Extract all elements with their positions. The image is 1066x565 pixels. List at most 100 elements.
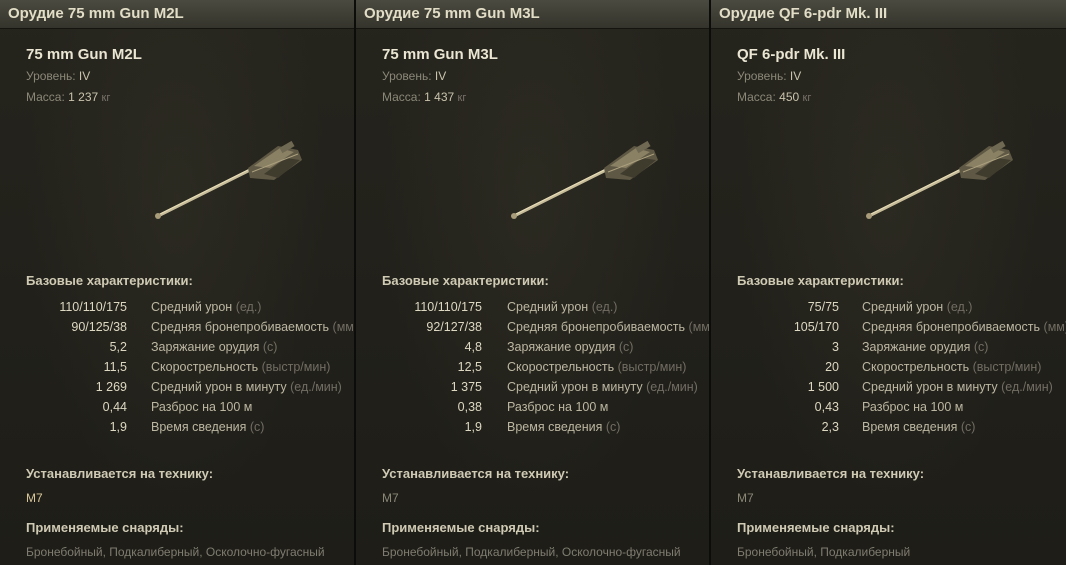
- stat-unit: (с): [618, 340, 634, 354]
- installed-on-label: Устанавливается на технику:: [737, 466, 925, 481]
- stat-name: Средняя бронепробиваемость: [507, 320, 686, 334]
- stat-value: 0,44: [102, 400, 127, 414]
- stat-row: 3 Заряжание орудия (с): [711, 337, 1066, 357]
- vehicle-link[interactable]: M7: [737, 491, 754, 505]
- stat-value: 1 269: [95, 380, 127, 394]
- stat-label: Средний урон (ед.): [151, 300, 261, 314]
- stat-row: 0,43 Разброс на 100 м: [711, 397, 1066, 417]
- stat-name: Средняя бронепробиваемость: [862, 320, 1041, 334]
- stat-label: Средний урон в минуту (ед./мин): [862, 380, 1053, 394]
- stat-unit: (с): [973, 340, 989, 354]
- gun-mass: Масса: 1 437 кг: [382, 90, 466, 104]
- stat-value: 1 500: [807, 380, 839, 394]
- stat-row: 110/110/175 Средний урон (ед.): [0, 297, 354, 317]
- installed-on-label: Устанавливается на технику:: [382, 466, 570, 481]
- stat-name: Скорострельность: [151, 360, 259, 374]
- stat-value: 90/125/38: [71, 320, 127, 334]
- stat-label: Заряжание орудия (с): [507, 340, 633, 354]
- stat-label: Средний урон (ед.): [862, 300, 972, 314]
- stat-row: 4,8 Заряжание орудия (с): [356, 337, 709, 357]
- level-value: IV: [789, 69, 802, 83]
- stat-value: 12,5: [457, 360, 482, 374]
- panel-title: Орудие 75 mm Gun M2L: [0, 0, 354, 29]
- stat-value: 110/110/175: [414, 300, 482, 314]
- stat-name: Средний урон в минуту: [507, 380, 643, 394]
- stat-row: 20 Скорострельность (выстр/мин): [711, 357, 1066, 377]
- stat-label: Средняя бронепробиваемость (мм): [862, 320, 1066, 334]
- base-characteristics-label: Базовые характеристики:: [26, 273, 193, 288]
- gun-comparison: Орудие 75 mm Gun M2L 75 mm Gun M2L Урове…: [0, 0, 1066, 565]
- mass-label: Масса:: [26, 90, 65, 104]
- level-label: Уровень:: [737, 69, 787, 83]
- stat-value: 1,9: [109, 420, 127, 434]
- stat-value: 11,5: [103, 360, 127, 374]
- stat-unit: (ед./мин): [290, 380, 342, 394]
- stat-row: 1 269 Средний урон в минуту (ед./мин): [0, 377, 354, 397]
- shells-label: Применяемые снаряды:: [382, 520, 540, 535]
- gun-barrel-icon: [155, 140, 302, 219]
- gun-name: QF 6-pdr Mk. III: [737, 46, 846, 63]
- stat-unit: (с): [960, 420, 976, 434]
- mass-unit: кг: [457, 92, 467, 104]
- stat-label: Время сведения (с): [862, 420, 975, 434]
- stat-value: 110/110/175: [59, 300, 127, 314]
- stat-label: Средний урон (ед.): [507, 300, 617, 314]
- stat-name: Разброс на 100 м: [151, 400, 253, 414]
- panel-title: Орудие 75 mm Gun M3L: [356, 0, 709, 29]
- gun-panel: Орудие 75 mm Gun M3L 75 mm Gun M3L Урове…: [356, 0, 711, 565]
- mass-value: 450: [779, 90, 800, 104]
- vehicle-link[interactable]: M7: [382, 491, 399, 505]
- stat-value: 92/127/38: [426, 320, 482, 334]
- shells-label: Применяемые снаряды:: [26, 520, 184, 535]
- stat-value: 5,2: [109, 340, 127, 354]
- vehicle-link[interactable]: M7: [26, 491, 43, 505]
- base-characteristics-label: Базовые характеристики:: [737, 273, 904, 288]
- stat-unit: (ед./мин): [1001, 380, 1053, 394]
- stat-name: Средний урон в минуту: [862, 380, 998, 394]
- stat-row: 0,38 Разброс на 100 м: [356, 397, 709, 417]
- stat-name: Время сведения: [507, 420, 603, 434]
- mass-value: 1 237: [68, 90, 99, 104]
- panel-title: Орудие QF 6-pdr Mk. III: [711, 0, 1066, 29]
- stats-table: 110/110/175 Средний урон (ед.) 92/127/38 Ср…: [356, 297, 709, 437]
- stat-unit: (выстр/мин): [972, 360, 1042, 374]
- stat-row: 1 375 Средний урон в минуту (ед./мин): [356, 377, 709, 397]
- stat-unit: (ед.): [235, 300, 262, 314]
- stat-row: 2,3 Время сведения (с): [711, 417, 1066, 437]
- stat-row: 1,9 Время сведения (с): [0, 417, 354, 437]
- stat-row: 11,5 Скорострельность (выстр/мин): [0, 357, 354, 377]
- gun-level: Уровень: IV: [26, 69, 90, 83]
- stat-name: Время сведения: [862, 420, 958, 434]
- stat-name: Средняя бронепробиваемость: [151, 320, 330, 334]
- mass-unit: кг: [802, 92, 812, 104]
- installed-on-label: Устанавливается на технику:: [26, 466, 214, 481]
- stat-row: 0,44 Разброс на 100 м: [0, 397, 354, 417]
- stat-value: 1,9: [464, 420, 482, 434]
- shells-value: Бронебойный, Подкалиберный, Осколочно-фу…: [382, 545, 681, 559]
- stat-row: 5,2 Заряжание орудия (с): [0, 337, 354, 357]
- mass-label: Масса:: [737, 90, 776, 104]
- stat-value: 75/75: [807, 300, 839, 314]
- stat-name: Скорострельность: [862, 360, 970, 374]
- stat-unit: (мм): [332, 320, 356, 334]
- stat-name: Средний урон: [507, 300, 589, 314]
- level-value: IV: [78, 69, 91, 83]
- stat-label: Разброс на 100 м: [862, 400, 963, 414]
- stat-unit: (мм): [688, 320, 710, 334]
- stat-value: 3: [832, 340, 839, 354]
- stat-label: Разброс на 100 м: [507, 400, 608, 414]
- shells-value: Бронебойный, Подкалиберный, Осколочно-фу…: [26, 545, 325, 559]
- stat-name: Разброс на 100 м: [507, 400, 609, 414]
- stat-name: Средний урон в минуту: [151, 380, 287, 394]
- stat-name: Скорострельность: [507, 360, 615, 374]
- stat-unit: (выстр/мин): [617, 360, 687, 374]
- stat-label: Скорострельность (выстр/мин): [151, 360, 330, 374]
- stat-unit: (ед.): [591, 300, 618, 314]
- gun-mass: Масса: 450 кг: [737, 90, 811, 104]
- gun-panel: Орудие 75 mm Gun M2L 75 mm Gun M2L Урове…: [0, 0, 356, 565]
- stat-name: Разброс на 100 м: [862, 400, 964, 414]
- stat-value: 105/170: [793, 320, 839, 334]
- stats-table: 75/75 Средний урон (ед.) 105/170 Средняя бр…: [711, 297, 1066, 437]
- stat-row: 1,9 Время сведения (с): [356, 417, 709, 437]
- gun-mass: Масса: 1 237 кг: [26, 90, 110, 104]
